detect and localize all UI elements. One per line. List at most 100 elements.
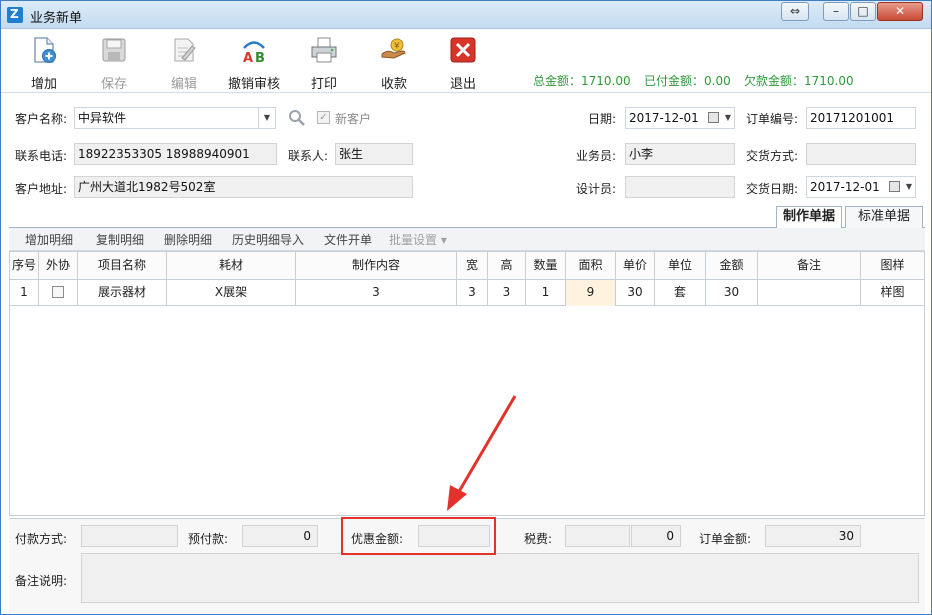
customer-name-label: 客户名称: <box>15 112 68 126</box>
delete-detail-button[interactable]: 删除明细 <box>164 231 212 248</box>
tax-amount-field[interactable]: 0 <box>631 525 681 547</box>
restore-size-button[interactable]: ⇔ <box>781 2 809 21</box>
prepayment-field[interactable]: 0 <box>242 525 318 547</box>
sample-image-cell[interactable]: 样图 <box>861 280 924 306</box>
close-button[interactable]: ✕ <box>877 2 923 21</box>
designer-label: 设计员: <box>576 182 617 196</box>
salesman-label: 业务员: <box>576 149 617 163</box>
date-picker[interactable]: 2017-12-01 ▼ <box>625 107 735 129</box>
order-amount-field[interactable]: 30 <box>765 525 861 547</box>
column-header[interactable]: 制作内容 <box>296 252 457 280</box>
detail-grid: 序号 外协 项目名称 耗材 制作内容 宽 高 数量 面积 单价 单位 金额 备注… <box>9 251 925 516</box>
notes-textarea[interactable] <box>81 553 919 603</box>
salesman-field[interactable]: 小李 <box>625 143 735 165</box>
edit-button[interactable]: 编辑 <box>152 34 216 92</box>
import-history-detail-button[interactable]: 历史明细导入 <box>232 231 304 248</box>
chevron-down-icon[interactable]: ▼ <box>906 177 912 197</box>
order-number-label: 订单编号: <box>746 112 799 126</box>
outsource-checkbox[interactable] <box>52 285 64 298</box>
column-header[interactable]: 耗材 <box>167 252 296 280</box>
column-header[interactable]: 金额 <box>706 252 758 280</box>
batch-settings-dropdown[interactable]: 批量设置 ▾ <box>389 231 447 248</box>
new-customer-label: 新客户 <box>335 112 372 126</box>
exit-button-label: 退出 <box>449 77 476 92</box>
money-hand-icon: ¥ <box>381 38 406 59</box>
print-button[interactable]: 打印 <box>292 34 356 92</box>
ab-review-icon: A B <box>243 41 265 64</box>
column-header[interactable]: 单位 <box>655 252 706 280</box>
width-cell[interactable]: 3 <box>457 280 488 306</box>
phone-label: 联系电话: <box>15 149 68 163</box>
chevron-down-icon[interactable]: ▼ <box>258 108 275 128</box>
material-cell[interactable]: X展架 <box>167 280 296 306</box>
column-header[interactable]: 序号 <box>10 252 39 280</box>
project-name-cell[interactable]: 展示器材 <box>78 280 167 306</box>
unit-price-cell[interactable]: 30 <box>616 280 655 306</box>
table-row[interactable]: 1 展示器材 X展架 3 3 3 1 9 30 套 30 样图 <box>10 280 924 306</box>
column-header[interactable]: 面积 <box>566 252 616 280</box>
address-field[interactable]: 广州大道北1982号502室 <box>74 176 413 198</box>
tax-rate-field[interactable] <box>565 525 630 547</box>
svg-text:B: B <box>255 51 265 64</box>
quantity-cell[interactable]: 1 <box>526 280 566 306</box>
column-header[interactable]: 单价 <box>616 252 655 280</box>
phone-field[interactable]: 18922353305 18988940901 <box>74 143 277 165</box>
delivery-method-field[interactable] <box>806 143 916 165</box>
save-button[interactable]: 保存 <box>82 34 146 92</box>
calendar-icon[interactable] <box>708 112 719 123</box>
contact-field[interactable]: 张生 <box>335 143 413 165</box>
delivery-date-label: 交货日期: <box>746 182 799 196</box>
row-number-cell[interactable]: 1 <box>10 280 39 306</box>
delivery-date-picker[interactable]: 2017-12-01 ▼ <box>806 176 916 198</box>
main-toolbar: 增加 保存 编辑 A B 撤销审核 打印 ¥ 收款 退出 总金额：1710.00… <box>1 30 931 93</box>
column-header[interactable]: 备注 <box>758 252 861 280</box>
delivery-method-label: 交货方式: <box>746 149 799 163</box>
maximize-button[interactable]: □ <box>850 2 876 21</box>
svg-text:A: A <box>243 51 253 64</box>
copy-detail-button[interactable]: 复制明细 <box>96 231 144 248</box>
prepayment-label: 预付款: <box>188 532 229 546</box>
payment-method-field[interactable] <box>81 525 178 547</box>
designer-field[interactable] <box>625 176 735 198</box>
minimize-button[interactable]: – <box>823 2 849 21</box>
content-cell[interactable]: 3 <box>296 280 457 306</box>
new-customer-checkbox[interactable]: ✓ <box>317 111 330 124</box>
tab-standard-document[interactable]: 标准单据 <box>845 206 923 228</box>
column-header[interactable]: 外协 <box>39 252 78 280</box>
order-number-field[interactable]: 20171201001 <box>806 107 916 129</box>
search-icon[interactable] <box>288 109 306 127</box>
date-value: 2017-12-01 <box>629 111 699 125</box>
column-header[interactable]: 高 <box>488 252 526 280</box>
column-header[interactable]: 宽 <box>457 252 488 280</box>
remark-cell[interactable] <box>758 280 861 306</box>
customer-name-value: 中异软件 <box>78 111 127 125</box>
order-window: 业务新单 ⇔ – □ ✕ 增加 保存 <box>0 0 932 615</box>
area-cell[interactable]: 9 <box>566 280 616 306</box>
address-label: 客户地址: <box>15 182 68 196</box>
add-button[interactable]: 增加 <box>12 34 76 92</box>
column-header[interactable]: 数量 <box>526 252 566 280</box>
calendar-icon[interactable] <box>889 181 900 192</box>
tab-production-document[interactable]: 制作单据 <box>776 206 842 229</box>
file-order-button[interactable]: 文件开单 <box>324 231 372 248</box>
column-header[interactable]: 图样 <box>861 252 924 280</box>
delivery-date-value: 2017-12-01 <box>810 180 880 194</box>
outsource-cell[interactable] <box>39 280 78 306</box>
column-header[interactable]: 项目名称 <box>78 252 167 280</box>
unit-cell[interactable]: 套 <box>655 280 706 306</box>
revoke-review-button[interactable]: A B 撤销审核 <box>222 34 286 92</box>
app-logo-icon <box>7 7 23 23</box>
exit-x-icon <box>450 37 476 63</box>
amount-cell[interactable]: 30 <box>706 280 758 306</box>
detail-toolbar: 增加明细 复制明细 删除明细 历史明细导入 文件开单 批量设置 ▾ <box>9 228 925 251</box>
collect-payment-button[interactable]: ¥ 收款 <box>362 34 426 92</box>
order-amount-label: 订单金额: <box>699 532 752 546</box>
notes-label: 备注说明: <box>15 574 68 588</box>
height-cell[interactable]: 3 <box>488 280 526 306</box>
printer-icon <box>311 37 337 63</box>
window-title: 业务新单 <box>30 11 83 26</box>
add-detail-button[interactable]: 增加明细 <box>25 231 73 248</box>
customer-name-combo[interactable]: 中异软件 ▼ <box>74 107 276 129</box>
chevron-down-icon[interactable]: ▼ <box>725 108 731 128</box>
exit-button[interactable]: 退出 <box>431 34 495 92</box>
